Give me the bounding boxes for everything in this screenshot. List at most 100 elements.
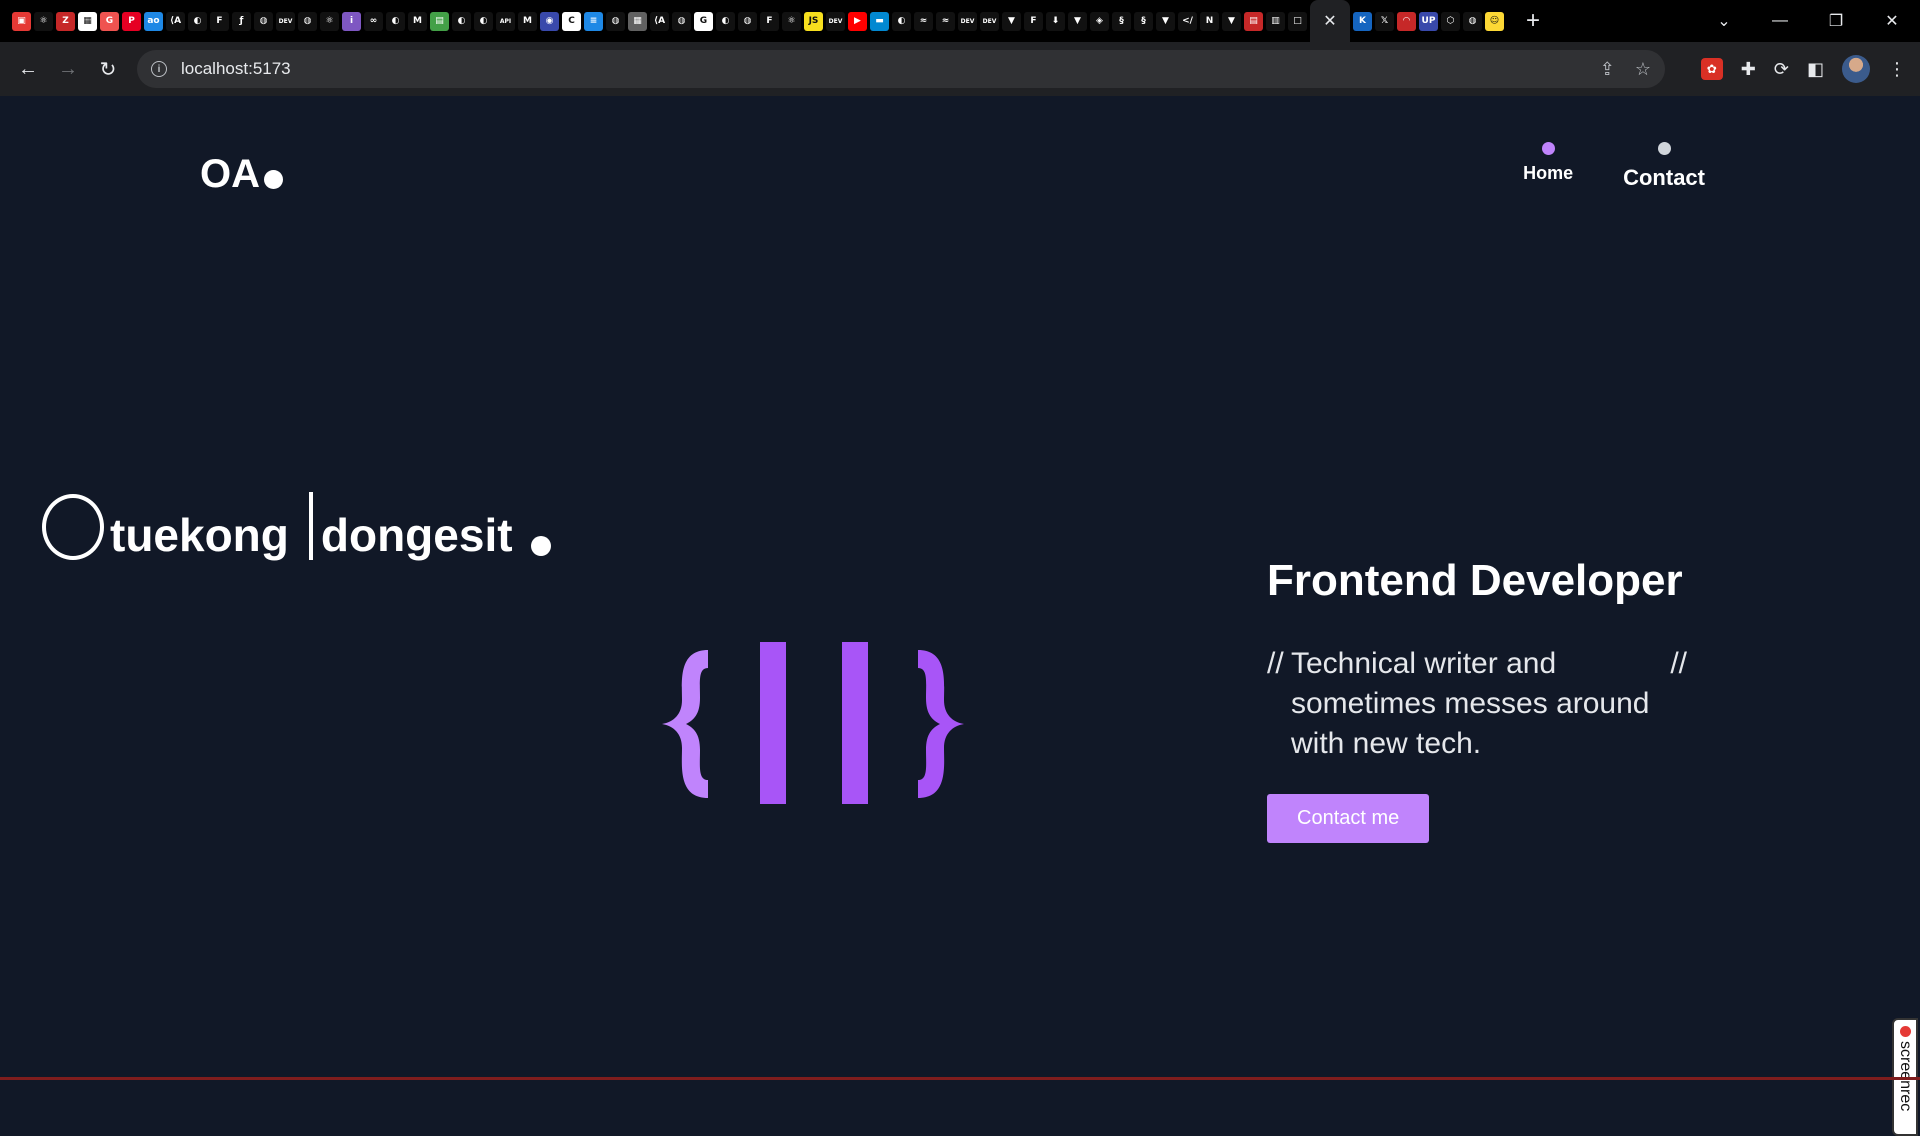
side-panel-icon[interactable]: ◧	[1807, 59, 1824, 80]
comment-slash-close: //	[1670, 647, 1687, 680]
zotero-icon[interactable]: Z	[56, 11, 75, 31]
dev-icon[interactable]: DEV	[826, 11, 845, 31]
dev-icon[interactable]: DEV	[958, 11, 977, 31]
globe-icon[interactable]: ◍	[254, 11, 273, 31]
app-icon[interactable]: ▥	[1266, 11, 1285, 31]
browser-toolbar: ← → ↻ i localhost:5173 ⇪ ☆ ✿ ✚ ⟳ ◧ ⋮	[0, 42, 1920, 96]
extension-icon[interactable]: ✿	[1700, 58, 1723, 80]
close-tab-icon[interactable]: ✕	[1323, 11, 1336, 31]
profile-avatar[interactable]	[1842, 55, 1870, 83]
figma-icon[interactable]: F	[210, 11, 229, 31]
figma-icon[interactable]: F	[1024, 11, 1043, 31]
bookmark-star-icon[interactable]: ☆	[1635, 59, 1651, 80]
vue-icon[interactable]: ▼	[1002, 11, 1021, 31]
docs-icon[interactable]: ≡	[584, 11, 603, 31]
intro-title: Frontend Developer	[1267, 556, 1683, 605]
pinterest-icon[interactable]: P	[122, 11, 141, 31]
app-icon[interactable]: </	[1178, 11, 1197, 31]
forward-icon[interactable]: →	[48, 58, 88, 81]
globe-icon[interactable]: ◍	[606, 11, 625, 31]
active-tab[interactable]: ✕	[1310, 0, 1350, 42]
github-icon[interactable]: ◐	[892, 11, 911, 31]
app-icon[interactable]: ▦	[78, 11, 97, 31]
globe-icon[interactable]: ◍	[672, 11, 691, 31]
app-icon[interactable]: ◉	[540, 11, 559, 31]
vue-icon[interactable]: ▼	[1156, 11, 1175, 31]
app-icon[interactable]: ⬡	[1441, 11, 1460, 31]
figma-icon[interactable]: F	[760, 11, 779, 31]
app-icon[interactable]: §	[1134, 11, 1153, 31]
app-icon[interactable]: ◈	[1090, 11, 1109, 31]
site-info-icon[interactable]: i	[151, 61, 167, 77]
tab-search-icon[interactable]: ⌄	[1696, 11, 1752, 31]
youtube-icon[interactable]: ▶	[848, 11, 867, 31]
app-icon[interactable]: K	[1353, 11, 1372, 31]
omnibox-actions: ⇪ ☆	[1600, 50, 1651, 88]
app-icon[interactable]: API	[496, 11, 515, 31]
medium-icon[interactable]: M	[408, 11, 427, 31]
reload-icon[interactable]: ↻	[88, 57, 128, 82]
app-icon[interactable]: ▤	[430, 11, 449, 31]
app-icon[interactable]: ƒ	[232, 11, 251, 31]
intro-text-block: // Technical writer and sometimes messes…	[1267, 644, 1687, 764]
nav-item-home[interactable]: Home	[1523, 142, 1573, 184]
site-logo[interactable]: OA	[200, 152, 283, 197]
url-text[interactable]: localhost:5173	[181, 59, 291, 79]
minimize-icon[interactable]: —	[1752, 12, 1808, 30]
restore-icon[interactable]: ❐	[1808, 11, 1864, 31]
address-bar[interactable]: i localhost:5173 ⇪ ☆	[137, 50, 1665, 88]
github-icon[interactable]: ◐	[386, 11, 405, 31]
new-tab-icon[interactable]: +	[1521, 7, 1545, 35]
share-icon[interactable]: ⇪	[1600, 59, 1615, 80]
app-icon[interactable]: UP	[1419, 11, 1438, 31]
nav-item-contact[interactable]: Contact	[1623, 142, 1705, 191]
download-icon[interactable]: ⬇	[1046, 11, 1065, 31]
app-icon[interactable]: i	[342, 11, 361, 31]
app-icon[interactable]: ▦	[628, 11, 647, 31]
extension-icon[interactable]: ⟳	[1774, 59, 1789, 80]
main-nav: Home Contact	[1523, 142, 1705, 191]
back-icon[interactable]: ←	[8, 58, 48, 81]
tailwind-icon[interactable]: ≈	[914, 11, 933, 31]
app-icon[interactable]: C	[562, 11, 581, 31]
app-icon[interactable]: ☺	[1485, 11, 1504, 31]
app-icon[interactable]: ⟨A	[166, 11, 185, 31]
tailwind-icon[interactable]: ≈	[936, 11, 955, 31]
github-icon[interactable]: ◐	[188, 11, 207, 31]
contact-me-button[interactable]: Contact me	[1267, 794, 1430, 843]
app-icon[interactable]: N	[1200, 11, 1219, 31]
app-icon[interactable]: ⟨A	[650, 11, 669, 31]
github-icon[interactable]: ◐	[452, 11, 471, 31]
close-window-icon[interactable]: ✕	[1864, 11, 1920, 31]
google-icon[interactable]: G	[694, 11, 713, 31]
app-icon[interactable]: ao	[144, 11, 163, 31]
react-icon[interactable]: ⚛	[34, 11, 53, 31]
menu-kebab-icon[interactable]: ⋮	[1888, 59, 1906, 80]
app-icon[interactable]: §	[1112, 11, 1131, 31]
app-icon[interactable]: ▣	[12, 11, 31, 31]
medium-icon[interactable]: M	[518, 11, 537, 31]
github-icon[interactable]: ◐	[474, 11, 493, 31]
dev-icon[interactable]: DEV	[980, 11, 999, 31]
react-icon[interactable]: ⚛	[320, 11, 339, 31]
app-icon[interactable]: ▬	[870, 11, 889, 31]
js-icon[interactable]: JS	[804, 11, 823, 31]
app-icon[interactable]: ∞	[364, 11, 383, 31]
globe-icon[interactable]: ◍	[1463, 11, 1482, 31]
react-icon[interactable]: ⚛	[782, 11, 801, 31]
extensions-puzzle-icon[interactable]: ✚	[1741, 59, 1756, 80]
app-icon[interactable]: ▤	[1244, 11, 1263, 31]
github-icon[interactable]: ◐	[716, 11, 735, 31]
app-icon[interactable]: G	[100, 11, 119, 31]
hero-dot	[530, 536, 551, 556]
app-icon[interactable]: ◠	[1397, 11, 1416, 31]
dev-icon[interactable]: DEV	[276, 11, 295, 31]
vue-icon[interactable]: ▼	[1222, 11, 1241, 31]
nav-label-home: Home	[1523, 163, 1574, 183]
globe-icon[interactable]: ◍	[298, 11, 317, 31]
globe-icon[interactable]: ◍	[738, 11, 757, 31]
app-icon[interactable]: □	[1288, 11, 1307, 31]
vue-icon[interactable]: ▼	[1068, 11, 1087, 31]
x-icon[interactable]: 𝕏	[1375, 11, 1394, 31]
toolbar-actions: ✿ ✚ ⟳ ◧ ⋮	[1700, 42, 1906, 96]
